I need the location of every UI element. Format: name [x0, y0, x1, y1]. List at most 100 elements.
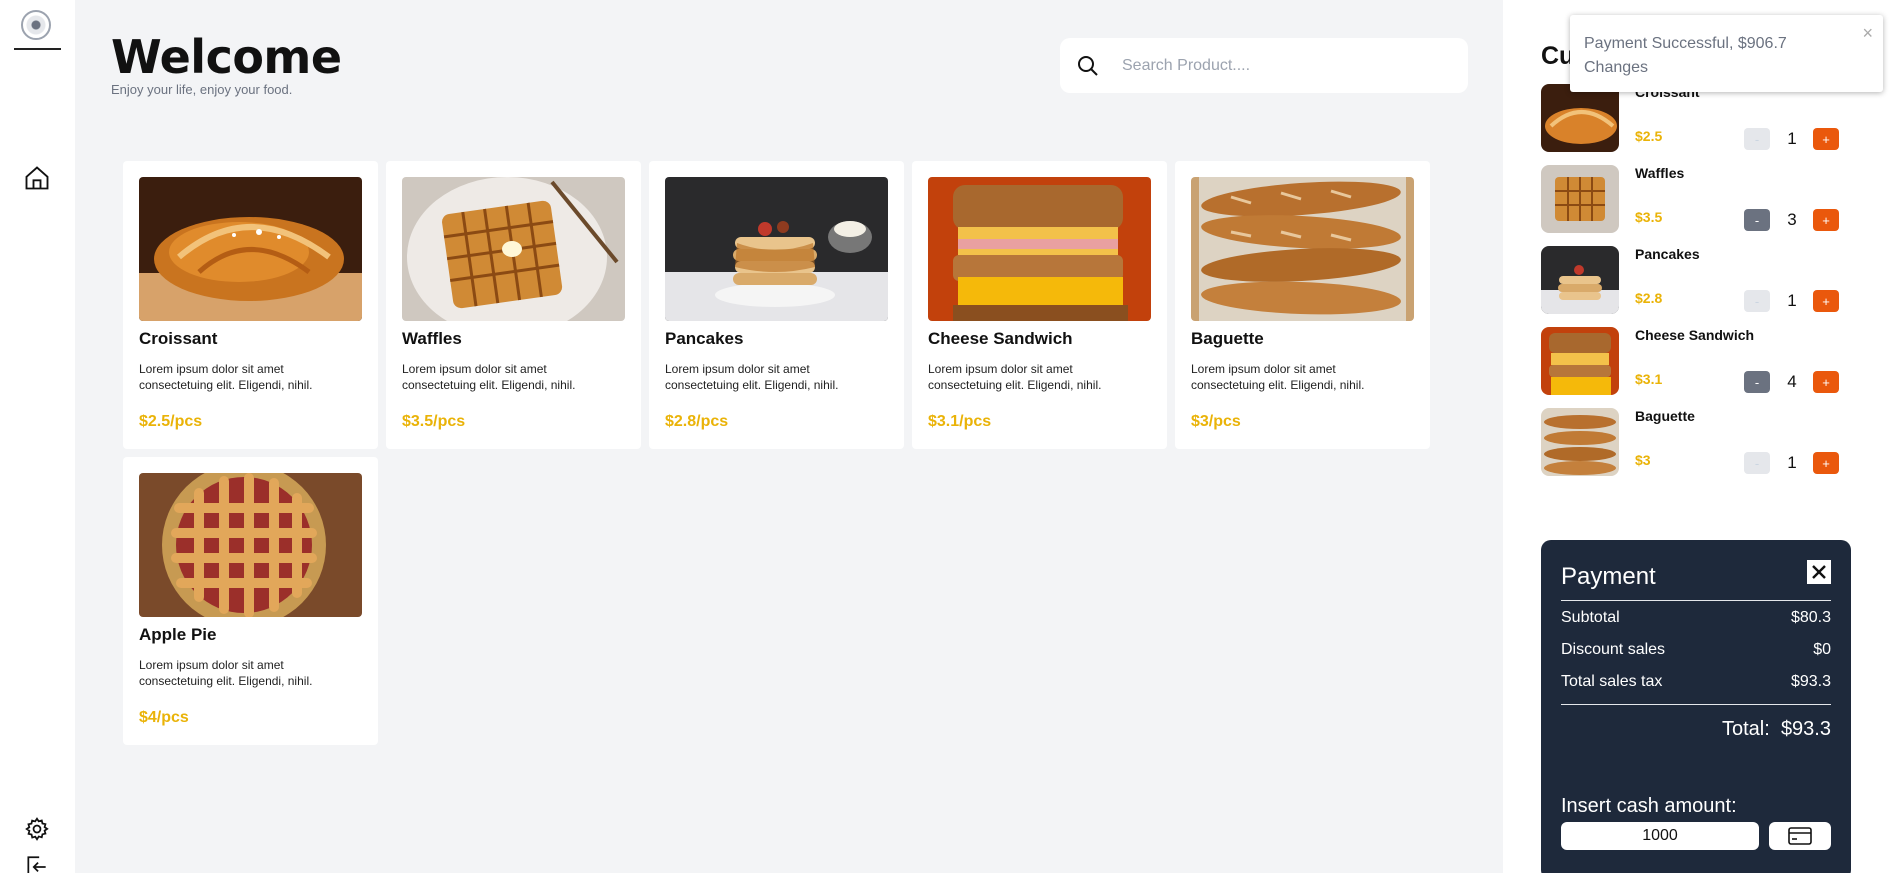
product-price: $3.1/pcs — [928, 413, 992, 430]
subtotal-value: $80.3 — [1790, 609, 1831, 626]
search-icon — [1076, 54, 1106, 78]
sidebar — [0, 0, 75, 873]
main-area: Welcome Enjoy your life, enjoy your food… — [75, 0, 1503, 873]
cart-item-price: $2.8 — [1635, 290, 1663, 306]
cart-item-image — [1541, 327, 1619, 395]
product-description: Lorem ipsum dolor sit amet consectetuing… — [139, 362, 313, 392]
product-card-cheese-sandwich[interactable]: Cheese Sandwich Lorem ipsum dolor sit am… — [912, 161, 1167, 449]
product-description: Lorem ipsum dolor sit amet consectetuing… — [1191, 362, 1365, 392]
cart-item-qty: 1 — [1787, 129, 1797, 148]
product-name: Pancakes — [665, 329, 744, 348]
cart-item: Baguette $3 - 1 + — [1541, 408, 1851, 478]
increase-qty-button[interactable]: + — [1813, 371, 1839, 393]
payment-toast: Payment Successful, $906.7 Changes × — [1570, 15, 1883, 92]
cart-item-name: Baguette — [1635, 408, 1695, 424]
product-description: Lorem ipsum dolor sit amet consectetuing… — [928, 362, 1102, 392]
discount-row: Discount sales $0 — [1561, 641, 1831, 659]
order-panel: Current Order Croissant $2.5 - 1 + Waffl… — [1503, 0, 1900, 873]
product-name: Baguette — [1191, 329, 1264, 348]
cart-item-qty: 1 — [1787, 291, 1797, 310]
subtotal-label: Subtotal — [1561, 609, 1620, 626]
logo-divider — [14, 48, 61, 50]
increase-qty-button[interactable]: + — [1813, 452, 1839, 474]
cart-item-price: $3.5 — [1635, 209, 1663, 225]
cart-item-name: Waffles — [1635, 165, 1685, 181]
app-logo — [21, 10, 51, 40]
product-price: $2.8/pcs — [665, 413, 729, 430]
product-card-baguette[interactable]: Baguette Lorem ipsum dolor sit amet cons… — [1175, 161, 1430, 449]
cart-item-image — [1541, 408, 1619, 476]
product-description: Lorem ipsum dolor sit amet consectetuing… — [665, 362, 839, 392]
cart-item-price: $3.1 — [1635, 371, 1663, 387]
total-label: Total: — [1722, 718, 1770, 740]
product-image-apple-pie — [139, 473, 362, 617]
product-image-croissant — [139, 177, 362, 321]
decrease-qty-button[interactable]: - — [1744, 128, 1770, 150]
product-name: Croissant — [139, 329, 218, 348]
close-icon[interactable] — [1807, 560, 1831, 584]
decrease-qty-button[interactable]: - — [1744, 371, 1770, 393]
cash-label: Insert cash amount: — [1561, 795, 1737, 817]
product-image-pancakes — [665, 177, 888, 321]
subtotal-row: Subtotal $80.3 — [1561, 609, 1831, 627]
product-name: Cheese Sandwich — [928, 329, 1073, 348]
cash-input[interactable] — [1561, 822, 1759, 850]
cart-item-qty: 1 — [1787, 453, 1797, 472]
product-image-waffles — [402, 177, 625, 321]
cart-item: Waffles $3.5 - 3 + — [1541, 165, 1851, 235]
cart-item-name: Cheese Sandwich — [1635, 327, 1755, 343]
cart-item: Croissant $2.5 - 1 + — [1541, 84, 1851, 154]
cart-item-price: $2.5 — [1635, 128, 1663, 144]
product-card-pancakes[interactable]: Pancakes Lorem ipsum dolor sit amet cons… — [649, 161, 904, 449]
cart-item-image — [1541, 165, 1619, 233]
logout-icon[interactable] — [22, 852, 52, 873]
cart-item-price: $3 — [1635, 452, 1651, 468]
cart-item-qty: 3 — [1787, 210, 1797, 229]
decrease-qty-button[interactable]: - — [1744, 290, 1770, 312]
total-value: $93.3 — [1780, 718, 1831, 740]
tax-label: Total sales tax — [1561, 673, 1663, 690]
decrease-qty-button[interactable]: - — [1744, 452, 1770, 474]
page-title: Welcome — [111, 30, 342, 84]
page-subtitle: Enjoy your life, enjoy your food. — [111, 82, 293, 97]
product-description: Lorem ipsum dolor sit amet consectetuing… — [402, 362, 576, 392]
product-name: Apple Pie — [139, 625, 217, 644]
product-price: $3.5/pcs — [402, 413, 466, 430]
search-bar[interactable] — [1060, 38, 1468, 93]
cart-item-image — [1541, 246, 1619, 314]
home-icon[interactable] — [22, 163, 52, 193]
cart-item-qty: 4 — [1787, 372, 1797, 391]
product-image-cheese-sandwich — [928, 177, 1151, 321]
product-price: $3/pcs — [1191, 413, 1241, 430]
product-card-waffles[interactable]: Waffles Lorem ipsum dolor sit amet conse… — [386, 161, 641, 449]
increase-qty-button[interactable]: + — [1813, 128, 1839, 150]
payment-divider — [1561, 704, 1831, 705]
product-grid: Croissant Lorem ipsum dolor sit amet con… — [123, 161, 1430, 745]
cart-item-image — [1541, 84, 1619, 152]
tax-row: Total sales tax $93.3 — [1561, 673, 1831, 691]
product-description: Lorem ipsum dolor sit amet consectetuing… — [139, 658, 313, 688]
increase-qty-button[interactable]: + — [1813, 290, 1839, 312]
discount-value: $0 — [1813, 641, 1831, 658]
cart-item: Cheese Sandwich $3.1 - 4 + — [1541, 327, 1851, 397]
toast-message: Payment Successful, $906.7 Changes — [1584, 35, 1787, 76]
close-icon[interactable]: × — [1862, 21, 1873, 45]
payment-divider — [1561, 600, 1831, 601]
cart-item: Pancakes $2.8 - 1 + — [1541, 246, 1851, 316]
increase-qty-button[interactable]: + — [1813, 209, 1839, 231]
credit-card-icon[interactable] — [1769, 822, 1831, 850]
gear-icon[interactable] — [22, 814, 52, 844]
total-row: Total: $93.3 — [1722, 718, 1831, 741]
product-card-apple-pie[interactable]: Apple Pie Lorem ipsum dolor sit amet con… — [123, 457, 378, 745]
product-image-baguette — [1191, 177, 1414, 321]
product-name: Waffles — [402, 329, 462, 348]
discount-label: Discount sales — [1561, 641, 1666, 658]
search-input[interactable] — [1122, 56, 1452, 75]
payment-panel: Payment Subtotal $80.3 Discount sales $0… — [1541, 540, 1851, 873]
product-price: $4/pcs — [139, 709, 189, 726]
product-card-croissant[interactable]: Croissant Lorem ipsum dolor sit amet con… — [123, 161, 378, 449]
tax-value: $93.3 — [1790, 673, 1831, 690]
product-price: $2.5/pcs — [139, 413, 203, 430]
decrease-qty-button[interactable]: - — [1744, 209, 1770, 231]
cart-item-name: Pancakes — [1635, 246, 1700, 262]
